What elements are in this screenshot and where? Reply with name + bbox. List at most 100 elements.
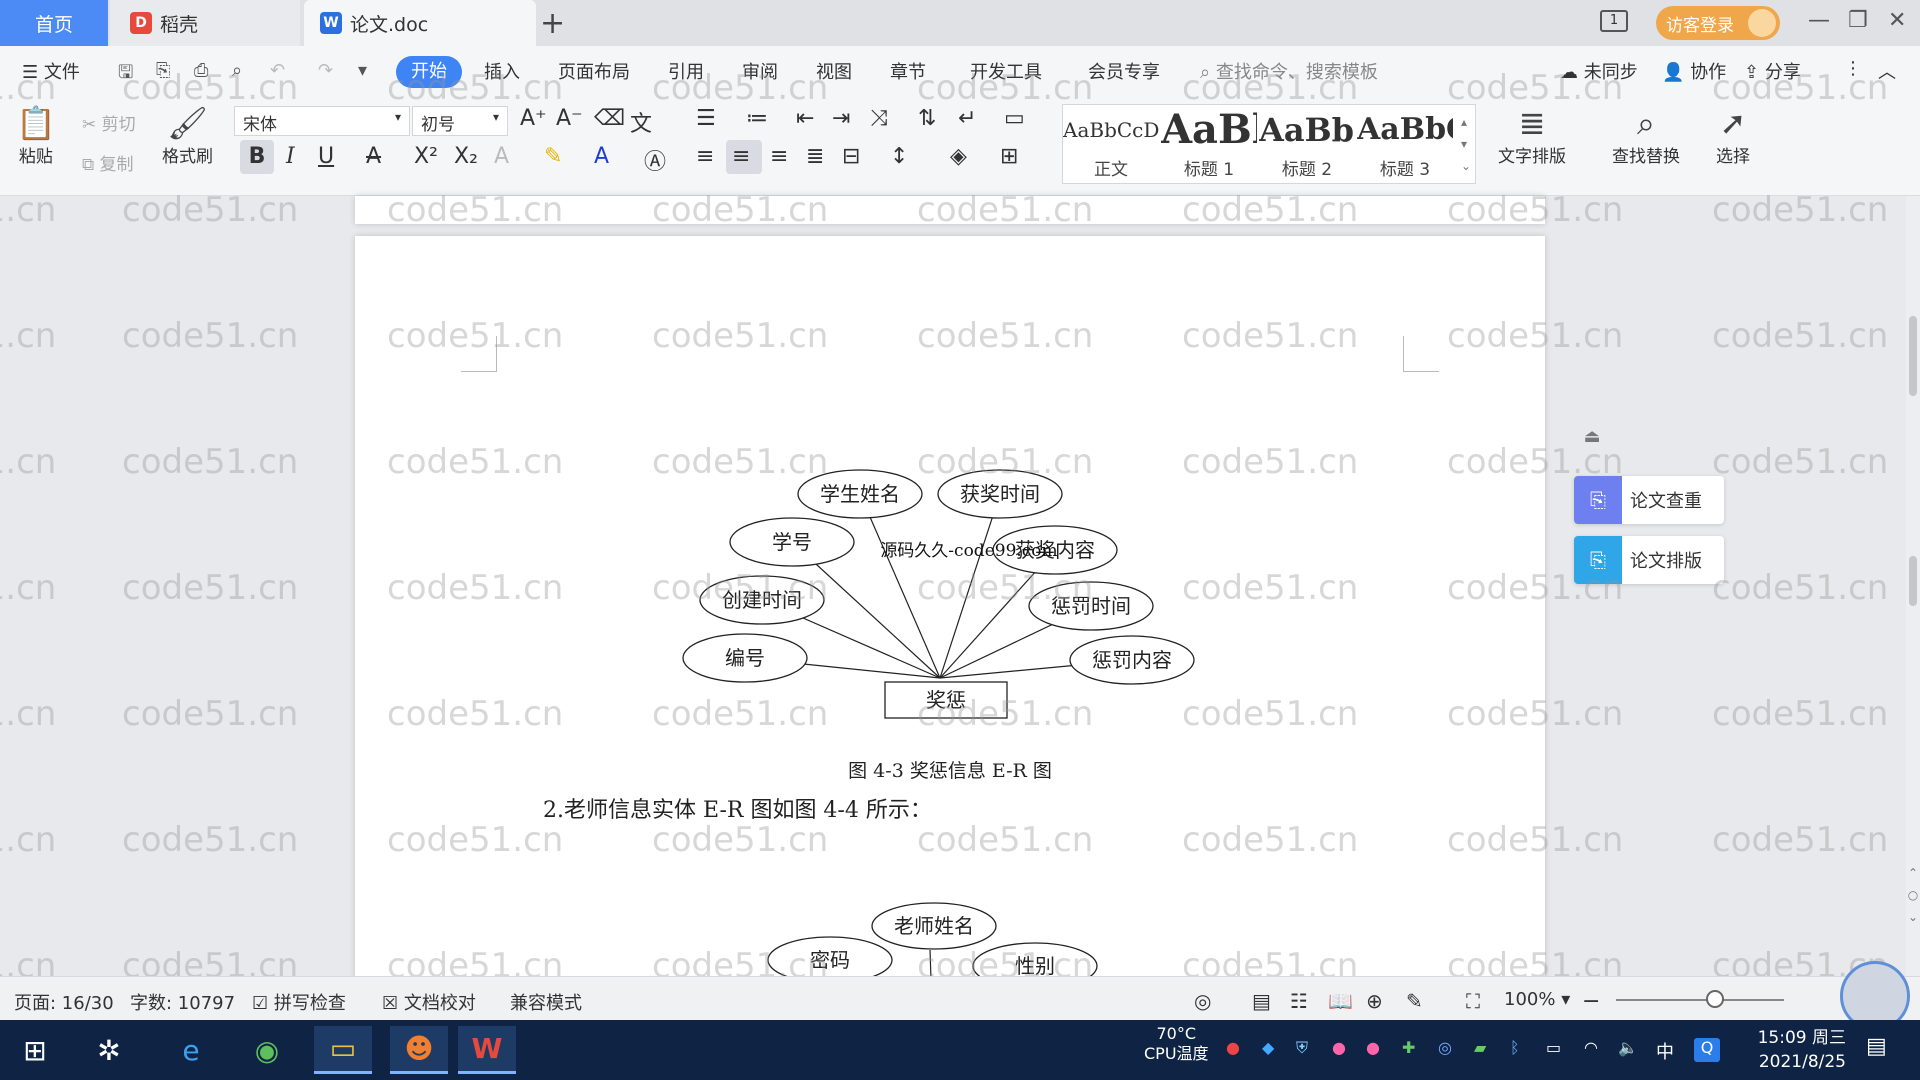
word-count[interactable]: 字数: 10797 bbox=[130, 989, 235, 1015]
tab-daoke[interactable]: D 稻壳 bbox=[110, 0, 300, 46]
superscript-button[interactable]: X² bbox=[414, 144, 438, 169]
battery-icon[interactable]: ▭ bbox=[1546, 1038, 1561, 1057]
style-normal[interactable]: AaBbCcDd 正文 bbox=[1063, 105, 1159, 183]
tray-app-icon[interactable]: ◎ bbox=[1438, 1038, 1452, 1057]
zoom-slider[interactable] bbox=[1616, 999, 1784, 1001]
text-effect-icon[interactable]: A bbox=[494, 144, 509, 169]
tray-app-icon[interactable]: ● bbox=[1332, 1038, 1346, 1057]
increase-indent-icon[interactable]: ⇥ bbox=[832, 106, 850, 131]
cpu-temp-widget[interactable]: 70°C CPU温度 bbox=[1144, 1024, 1209, 1064]
menu-home-tab[interactable]: 开始 bbox=[396, 56, 462, 88]
zoom-select[interactable]: 100% ▾ bbox=[1504, 989, 1570, 1010]
scrollbar-thumb[interactable] bbox=[1909, 316, 1917, 396]
text-direction-icon[interactable]: ⤨ bbox=[870, 106, 888, 131]
italic-button[interactable]: I bbox=[286, 144, 295, 169]
tab-home[interactable]: 首页 bbox=[0, 0, 108, 46]
guest-login-button[interactable]: 访客登录 bbox=[1656, 6, 1780, 40]
outline-view-icon[interactable]: ☷ bbox=[1290, 989, 1308, 1013]
shading-icon[interactable]: ◈ bbox=[950, 144, 967, 169]
menu-review[interactable]: 审阅 bbox=[742, 58, 778, 84]
table-tools-icon[interactable]: ▭ bbox=[1004, 106, 1025, 131]
copy-button[interactable]: ⧉ 复制 bbox=[82, 150, 134, 175]
command-search[interactable]: ⌕ 查找命令、搜索模板 bbox=[1200, 58, 1378, 84]
file-explorer-icon[interactable]: ▭ bbox=[314, 1026, 372, 1074]
menu-developer[interactable]: 开发工具 bbox=[970, 58, 1042, 84]
browser-360-icon[interactable]: ◉ bbox=[238, 1026, 296, 1074]
tab-document[interactable]: W 论文.doc bbox=[304, 0, 536, 46]
strikethrough-button[interactable]: A bbox=[366, 144, 381, 169]
vertical-scrollbar[interactable]: ⌃ ○ ⌄ bbox=[1906, 196, 1920, 976]
numbered-list-icon[interactable]: ≔ bbox=[746, 106, 768, 131]
shield-icon[interactable]: ⛨ bbox=[1296, 1038, 1308, 1058]
subscript-button[interactable]: X₂ bbox=[454, 144, 478, 169]
volume-icon[interactable]: 🔈 bbox=[1618, 1038, 1638, 1057]
pen-icon[interactable]: ✎ bbox=[1406, 989, 1423, 1013]
page-indicator-icon[interactable]: 1 bbox=[1600, 10, 1628, 32]
proofread-button[interactable]: ☒ 文档校对 bbox=[382, 989, 476, 1015]
sync-button[interactable]: ☁ 未同步 bbox=[1560, 58, 1638, 84]
font-family-select[interactable]: 宋体 ▾ bbox=[234, 106, 410, 136]
ime-indicator[interactable]: 中 bbox=[1656, 1038, 1674, 1064]
print-preview-icon[interactable]: ⌕ bbox=[232, 60, 242, 81]
share-button[interactable]: ⇪ 分享 bbox=[1744, 58, 1801, 84]
quick-access-dropdown-icon[interactable]: ▾ bbox=[358, 60, 367, 81]
justify-icon[interactable]: ≣ bbox=[806, 144, 824, 169]
paper-layout-button[interactable]: ⎘ 论文排版 bbox=[1574, 536, 1724, 584]
char-border-icon[interactable]: Ⓐ bbox=[644, 144, 666, 176]
menu-view[interactable]: 视图 bbox=[816, 58, 852, 84]
export-icon[interactable]: ⎘ bbox=[156, 60, 170, 81]
highlight-icon[interactable]: ✎ bbox=[544, 144, 562, 169]
distribute-icon[interactable]: ⊟ bbox=[842, 144, 860, 169]
fit-page-icon[interactable]: ⛶ bbox=[1466, 989, 1480, 1013]
paste-button[interactable]: 📋 粘贴 bbox=[16, 104, 56, 167]
collab-button[interactable]: 👤 协作 bbox=[1662, 58, 1726, 84]
print-icon[interactable]: ⎙ bbox=[194, 60, 208, 81]
pinwheel-app-icon[interactable]: ✲ bbox=[80, 1026, 138, 1074]
style-heading-2[interactable]: AaBb( 标题 2 bbox=[1259, 105, 1355, 183]
cut-button[interactable]: ✂ 剪切 bbox=[82, 110, 136, 135]
system-clock[interactable]: 15:09 周三 2021/8/25 bbox=[1746, 1026, 1846, 1074]
tray-app-icon[interactable]: ● bbox=[1366, 1038, 1380, 1057]
reading-view-icon[interactable]: 📖 bbox=[1328, 989, 1353, 1013]
paper-check-button[interactable]: ⎘ 论文查重 bbox=[1574, 476, 1724, 524]
text-layout-button[interactable]: ≣ 文字排版 bbox=[1498, 104, 1566, 167]
underline-button[interactable]: U bbox=[318, 144, 334, 169]
bold-button[interactable]: B bbox=[240, 140, 274, 174]
web-view-icon[interactable]: ⊕ bbox=[1366, 989, 1383, 1013]
borders-icon[interactable]: ⊞ bbox=[1000, 144, 1018, 169]
font-color-icon[interactable]: A bbox=[594, 144, 609, 169]
shrink-font-icon[interactable]: A⁻ bbox=[556, 106, 583, 131]
document-page[interactable]: 学生姓名 获奖时间 学号 获奖内容 创建时间 惩罚时间 编号 惩罚内容 奖惩 源码久久-code9… bbox=[355, 236, 1545, 1036]
page-view-icon[interactable]: ▤ bbox=[1252, 989, 1271, 1013]
menu-chapter[interactable]: 章节 bbox=[890, 58, 926, 84]
minimize-icon[interactable]: — bbox=[1808, 8, 1830, 33]
nvidia-icon[interactable]: ▰ bbox=[1474, 1038, 1486, 1057]
page-count[interactable]: 页面: 16/30 bbox=[14, 989, 114, 1015]
find-replace-button[interactable]: ⌕ 查找替换 bbox=[1612, 104, 1680, 167]
redo-icon[interactable]: ↷ bbox=[318, 60, 333, 81]
show-marks-icon[interactable]: ↵ bbox=[958, 106, 976, 131]
bullet-list-icon[interactable]: ☰ bbox=[696, 106, 716, 131]
format-painter-button[interactable]: 🖌 格式刷 bbox=[162, 104, 213, 167]
page-nav-icons[interactable]: ⌃ ○ ⌄ bbox=[1906, 862, 1920, 928]
tray-app-icon[interactable]: ● bbox=[1226, 1038, 1240, 1057]
align-right-icon[interactable]: ≡ bbox=[770, 144, 788, 169]
decrease-indent-icon[interactable]: ⇤ bbox=[796, 106, 814, 131]
spellcheck-button[interactable]: ☑ 拼写检查 bbox=[252, 989, 346, 1015]
tray-app-icon[interactable]: ◆ bbox=[1262, 1038, 1274, 1057]
wifi-icon[interactable]: ◠ bbox=[1584, 1038, 1598, 1057]
font-size-select[interactable]: 初号 ▾ bbox=[412, 106, 508, 136]
undo-icon[interactable]: ↶ bbox=[270, 60, 285, 81]
eye-protect-icon[interactable]: ◎ bbox=[1194, 989, 1211, 1013]
zoom-out-icon[interactable]: − bbox=[1582, 989, 1600, 1014]
align-left-icon[interactable]: ≡ bbox=[696, 144, 714, 169]
more-icon[interactable]: ⋮ bbox=[1844, 58, 1862, 79]
menu-member[interactable]: 会员专享 bbox=[1088, 58, 1160, 84]
notification-icon[interactable]: ▤ bbox=[1866, 1034, 1887, 1059]
styles-scroll-icon[interactable]: ▴ ▾ ⌄ bbox=[1461, 111, 1471, 177]
new-tab-button[interactable]: + bbox=[540, 6, 565, 41]
line-spacing-icon[interactable]: ↕ bbox=[890, 144, 908, 169]
grow-font-icon[interactable]: A⁺ bbox=[520, 106, 547, 131]
zoom-slider-handle[interactable] bbox=[1706, 990, 1724, 1008]
style-heading-3[interactable]: AaBbC 标题 3 bbox=[1357, 105, 1453, 183]
